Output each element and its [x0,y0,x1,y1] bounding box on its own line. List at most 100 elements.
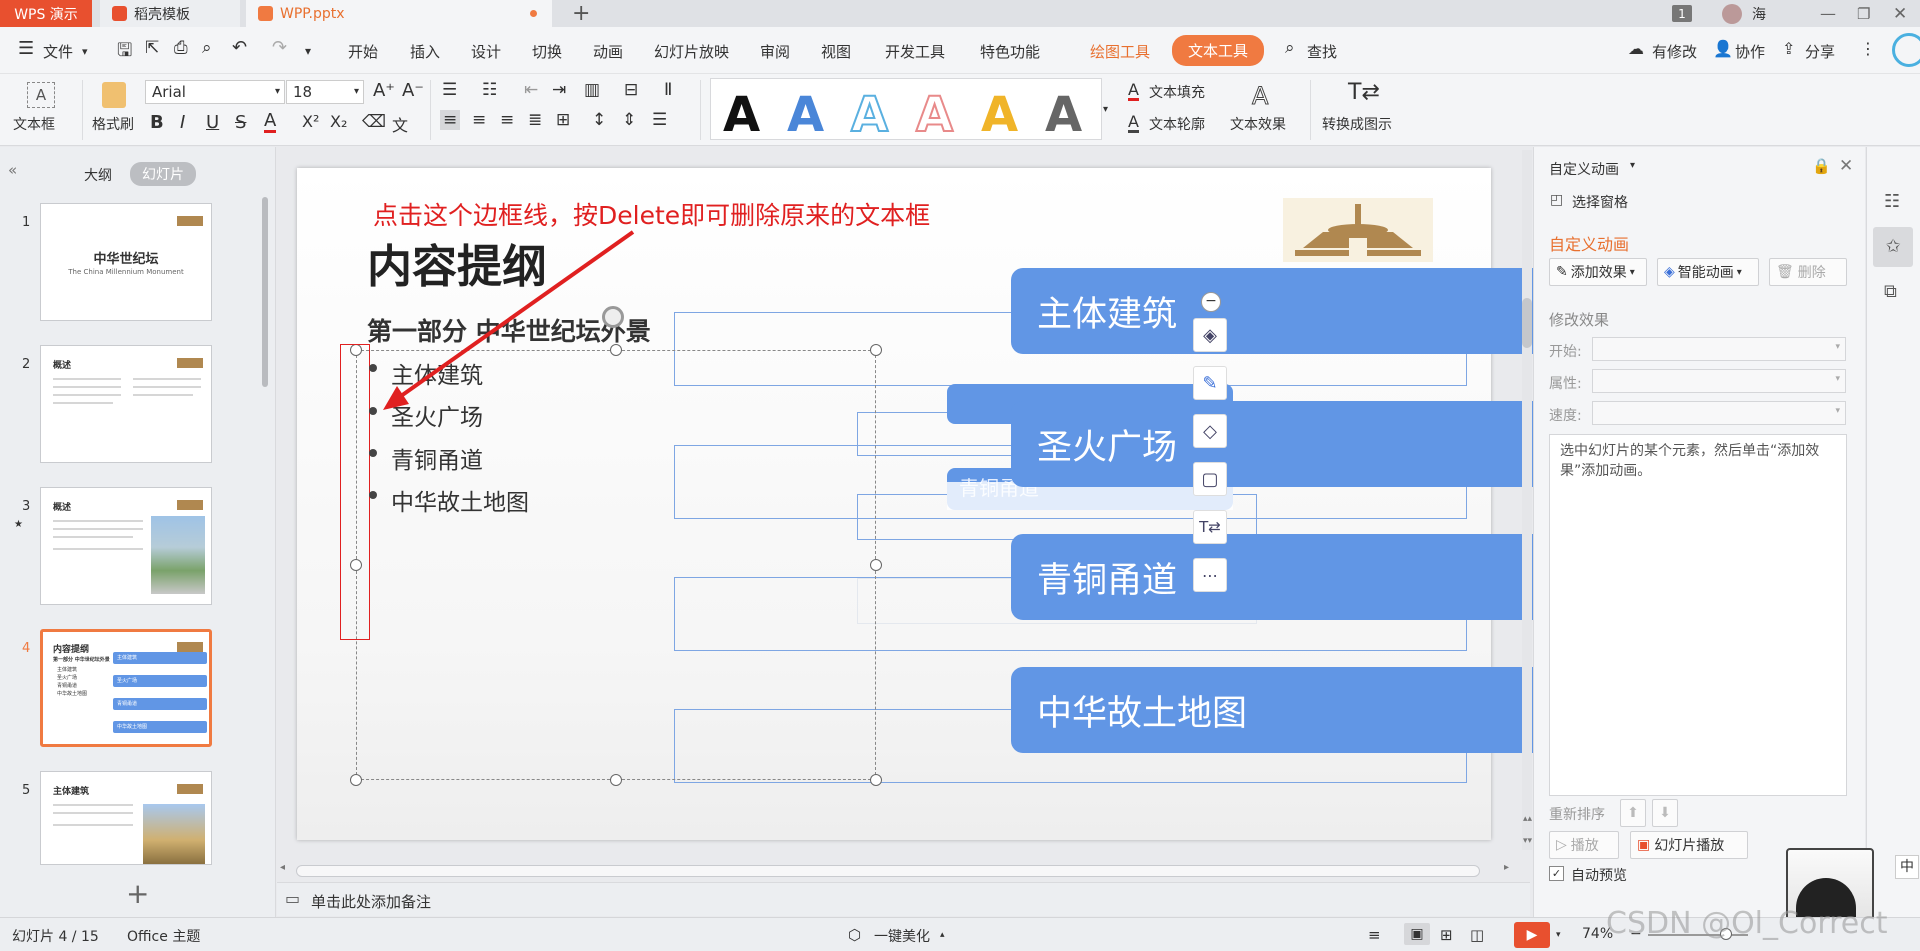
text-style-gray[interactable]: A [1045,87,1082,143]
animation-star-button[interactable]: ✩ [1873,227,1913,267]
justify-icon[interactable]: ≣ [528,110,542,130]
numbered-list-icon[interactable]: ☷ [482,80,497,100]
lock-icon[interactable]: 🔒 [1812,157,1831,175]
format-painter-icon[interactable] [102,82,126,108]
menu-search[interactable]: 查找 [1307,41,1337,62]
search-icon[interactable]: ⌕ [1285,38,1295,58]
chevron-down-icon[interactable]: ▾ [82,45,88,58]
close-icon[interactable]: ✕ [1893,0,1907,27]
font-color-icon[interactable]: A [264,112,277,133]
window-count-badge[interactable]: 1 [1672,5,1692,22]
text-effect-icon[interactable]: A [1251,82,1268,111]
play-button[interactable]: ▷ 播放 [1549,831,1619,859]
scroll-right-icon[interactable]: ▸ [1504,862,1509,873]
user-avatar[interactable] [1722,4,1742,24]
chevron-down-icon[interactable]: ▾ [1630,160,1635,171]
columns-icon[interactable]: ▥ [584,80,600,100]
bullet-item-3[interactable]: 青铜甬道 [391,441,483,475]
text-outline-button[interactable]: 文本轮廓 [1149,114,1205,134]
menu-design[interactable]: 设计 [471,41,501,62]
bold-icon[interactable]: B [150,112,164,133]
menu-animation[interactable]: 动画 [593,41,623,62]
gallery-expand-icon[interactable]: ▾ [1103,104,1108,115]
quick-access-chevron-icon[interactable]: ▾ [305,44,311,58]
text-effect-button[interactable]: 文本效果 [1230,114,1286,134]
menu-view[interactable]: 视图 [821,41,851,62]
italic-icon[interactable]: I [180,112,185,133]
print-preview-icon[interactable]: ⌕ [202,38,212,58]
undo-icon[interactable]: ↶ [232,37,247,58]
add-slide-button[interactable]: + [126,877,149,910]
smart-animation-button[interactable]: ◈ 智能动画 ▾ [1657,258,1759,286]
text-style-light-blue[interactable]: A [850,86,889,144]
theme-name[interactable]: Office 主题 [127,926,200,946]
phonetic-icon[interactable]: 文 [392,112,408,136]
beautify-button[interactable]: 一键美化 [874,926,930,946]
chevron-up-icon[interactable]: ▴ [940,930,945,940]
slide-thumbnail-3[interactable]: 概述 [40,487,212,605]
clear-format-icon[interactable]: ⌫ [362,112,386,132]
selection-pane-button[interactable]: 选择窗格 [1572,192,1628,212]
tab-docer-templates[interactable]: 稻壳模板 [100,0,240,27]
text-direction-icon[interactable]: ⊟ [624,80,638,100]
fill-button[interactable]: ◇ [1193,414,1227,448]
menu-transition[interactable]: 切换 [532,41,562,62]
collab-button[interactable]: 协作 [1735,41,1765,62]
slides-tab[interactable]: 幻灯片 [130,162,196,186]
menu-home[interactable]: 开始 [348,41,378,62]
menu-slideshow[interactable]: 幻灯片放映 [654,41,729,62]
pill-shape-1[interactable]: 主体建筑 [1011,268,1565,354]
decrease-font-icon[interactable]: A⁻ [402,80,424,101]
distribute-icon[interactable]: ⊞ [556,110,570,130]
export-icon[interactable]: ⇱ [145,38,159,58]
subscript-icon[interactable]: X₂ [330,112,347,131]
outline-button[interactable]: ▢ [1193,462,1227,496]
chevron-down-icon[interactable]: ▾ [1556,930,1561,940]
vertical-text-icon[interactable]: Ⅱ [664,80,672,100]
save-icon[interactable]: 🖫 [117,38,132,68]
slide-thumbnail-1[interactable]: 中华世纪坛 The China Millennium Monument [40,203,212,321]
scroll-left-icon[interactable]: ◂ [280,862,285,873]
speed-select[interactable]: ▾ [1592,401,1846,425]
print-icon[interactable]: ⎙ [174,38,188,58]
notes-toggle-icon[interactable]: ≡ [1368,926,1381,944]
resize-handle[interactable] [610,774,622,786]
menu-developer[interactable]: 开发工具 [885,41,945,62]
underline-icon[interactable]: U [206,112,219,133]
resize-handle[interactable] [870,559,882,571]
close-panel-icon[interactable]: ✕ [1839,156,1853,176]
vertical-scrollbar[interactable] [1522,298,1532,348]
menu-insert[interactable]: 插入 [410,41,440,62]
normal-view-button[interactable]: ▣ [1404,923,1430,945]
paragraph-settings-icon[interactable]: ☰ [652,110,667,130]
play-slideshow-button[interactable]: ▶ [1514,922,1550,948]
bullet-item-4[interactable]: 中华故土地图 [391,483,529,517]
layer-button[interactable]: ◈ [1193,318,1227,352]
pen-button[interactable]: ✎ [1193,366,1227,400]
prev-slide-icon[interactable]: ▴▴ [1523,814,1532,824]
align-left-icon[interactable]: ≡ [440,110,461,130]
menu-text-tools[interactable]: 文本工具 [1172,35,1265,66]
text-style-blue[interactable]: A [787,87,824,143]
text-fill-icon[interactable]: A [1128,82,1139,101]
hamburger-icon[interactable]: ☰ [18,38,34,59]
next-slide-icon[interactable]: ▾▾ [1523,836,1532,846]
minimize-icon[interactable]: — [1820,0,1836,27]
slideshow-button[interactable]: ▣ 幻灯片播放 [1630,831,1748,859]
align-right-icon[interactable]: ≡ [500,110,514,130]
pill-shape-2[interactable]: 圣火广场 [1011,401,1565,487]
align-center-icon[interactable]: ≡ [472,110,486,130]
superscript-icon[interactable]: X² [302,112,319,131]
text-style-pink[interactable]: A [915,86,954,144]
autopreview-checkbox[interactable]: ✓ [1549,866,1564,881]
menu-review[interactable]: 审阅 [760,41,790,62]
ime-indicator[interactable]: 中 [1895,855,1919,879]
settings-sliders-icon[interactable]: ☷ [1884,191,1900,212]
modified-status[interactable]: 有修改 [1652,41,1697,62]
textbox-button[interactable]: 文本框 [13,114,55,134]
tab-wps-app[interactable]: WPS 演示 [0,0,92,27]
start-select[interactable]: ▾ [1592,337,1846,361]
increase-font-icon[interactable]: A⁺ [373,80,395,101]
format-painter-button[interactable]: 格式刷 [92,114,134,134]
slide-sorter-icon[interactable]: ⊞ [1440,926,1453,944]
